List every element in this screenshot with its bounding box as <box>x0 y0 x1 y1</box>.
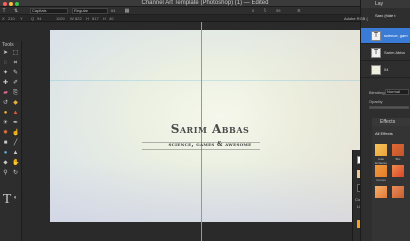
opacity-label: Opacity <box>369 99 383 104</box>
effect-thumbnail[interactable] <box>375 165 387 177</box>
font-style-select[interactable]: Regular <box>72 8 108 14</box>
effect-thumbnail[interactable] <box>392 165 404 177</box>
info-value: 1109 <box>56 16 65 21</box>
effect-thumbnail[interactable] <box>392 186 404 198</box>
layer-row[interactable]: T science, gam <box>361 28 410 44</box>
window-title: Channel Art Template (Photoshop) (1) — E… <box>141 0 269 6</box>
orientation-icon[interactable]: ⇅ <box>13 8 19 14</box>
info-y-label: Y <box>20 16 23 21</box>
blur-tool-icon[interactable]: ▲ <box>12 110 19 117</box>
info-w-label: W <box>70 16 74 21</box>
marquee-tool-icon[interactable]: ⬚ <box>12 50 19 57</box>
tools-panel: Tools ➤ ⬚ ◌ ⌗ ✦ ✎ ✚ ✐ ▰ ⎘ ↺ ◆ ● ▲ ☀ ✒ ✸ … <box>0 41 22 241</box>
layer-name: science, gam <box>384 33 408 38</box>
text-tool-icon[interactable]: T <box>2 193 12 207</box>
smudge-tool-icon[interactable]: ☝ <box>12 130 19 137</box>
info-q-value: 94 <box>37 16 42 21</box>
opacity-slider[interactable] <box>369 106 409 109</box>
hand-tool-icon[interactable]: ✋ <box>12 160 19 167</box>
info-q-label: Q <box>31 16 35 21</box>
layers-panel-title: Lay <box>361 0 410 8</box>
layer-header-text: Sarc (hide t <box>375 13 396 18</box>
effect-thumbnail[interactable] <box>375 186 387 198</box>
gradient-tool-icon[interactable]: ● <box>2 110 9 117</box>
lasso-tool-icon[interactable]: ◌ <box>2 60 9 67</box>
tools-title: Tools <box>2 42 14 48</box>
info-x-label: X <box>2 16 5 21</box>
text-layer-thumbnail: T <box>371 48 381 58</box>
headline-text-layer[interactable]: Sarim Abbas <box>110 122 310 136</box>
effects-panel: Effects All Effects Auto Enhance Bro Cur… <box>372 118 410 241</box>
info-w-value: 822 <box>75 16 82 21</box>
effect-label: Curves <box>376 178 386 182</box>
history-brush-tool-icon[interactable]: ↺ <box>2 100 9 107</box>
effect-thumbnail[interactable] <box>392 144 404 156</box>
line-tool-icon[interactable]: ╱ <box>12 140 19 147</box>
pen-tool-icon[interactable]: ✒ <box>12 120 19 127</box>
tracking-value[interactable]: 0 <box>252 8 254 14</box>
dodge-tool-icon[interactable]: ☀ <box>2 120 9 127</box>
layer-row[interactable]: 04 <box>361 62 410 78</box>
font-size-value[interactable]: 64 <box>111 8 115 14</box>
blending-mode-select[interactable]: Normal <box>385 89 409 95</box>
text-color-icon[interactable]: ▦ <box>124 8 130 14</box>
info-h-value: 817 <box>92 16 99 21</box>
leading-value[interactable]: 99 <box>276 8 280 14</box>
sponge-tool-icon[interactable]: ✸ <box>2 130 9 137</box>
magic-wand-tool-icon[interactable]: ✦ <box>2 70 9 77</box>
fill-tool-icon[interactable]: ◆ <box>12 100 19 107</box>
effects-panel-title: Effects <box>372 118 410 126</box>
font-family-select[interactable]: Capitals <box>30 8 68 14</box>
options-bar: T ⇅ Capitals Regular 64 ▦ 0 ⌇ 99 ≡ <box>0 7 410 15</box>
effects-section-label[interactable]: All Effects <box>375 131 393 136</box>
horizontal-guide[interactable] <box>50 80 360 81</box>
water-drop-tool-icon[interactable]: ● <box>2 150 9 157</box>
info-h2-label: H <box>103 16 106 21</box>
zoom-tool-icon[interactable]: ⚲ <box>2 170 9 177</box>
title-bar: Channel Art Template (Photoshop) (1) — E… <box>0 0 410 7</box>
foreground-background-icon[interactable]: ◐ <box>12 195 19 202</box>
blending-label: Blending <box>369 90 385 95</box>
type-tool-icon[interactable]: T <box>1 8 7 14</box>
eraser-tool-icon[interactable]: ▰ <box>2 90 9 97</box>
layer-name: 04 <box>384 67 389 72</box>
info-h-label: H <box>86 16 89 21</box>
move-tool-icon[interactable]: ➤ <box>2 50 9 57</box>
effect-label: Auto Enhance <box>375 157 387 165</box>
photoshop-window: Channel Art Template (Photoshop) (1) — E… <box>0 0 410 241</box>
shape-tool-icon[interactable]: ■ <box>2 140 9 147</box>
spot-heal-tool-icon[interactable]: ✚ <box>2 80 9 87</box>
effect-thumbnail[interactable] <box>375 144 387 156</box>
clone-tool-icon[interactable]: ⎘ <box>12 90 19 97</box>
path-tool-icon[interactable]: ⬥ <box>2 160 9 167</box>
layer-row[interactable]: T Sarim Abba <box>361 45 410 61</box>
info-x-value: 210 <box>8 16 15 21</box>
align-center-icon[interactable]: ≡ <box>296 8 302 14</box>
subline-text-layer[interactable]: science, games & awesome <box>110 141 310 148</box>
layer-name: Sarim Abba <box>384 50 405 55</box>
color-mode-label: Adobe RGB ( <box>344 16 368 21</box>
sharpen-tool-icon[interactable]: ▲ <box>12 150 19 157</box>
canvas-shadow <box>50 162 360 222</box>
warp-text-icon[interactable]: ⌇ <box>262 8 268 14</box>
image-layer-thumbnail <box>371 65 381 75</box>
crop-tool-icon[interactable]: ⌗ <box>12 60 19 67</box>
effect-label: Bro <box>395 157 401 161</box>
brush-tool-icon[interactable]: ✐ <box>12 80 19 87</box>
info-h2-value: 40 <box>109 16 114 21</box>
text-layer-thumbnail: T <box>371 31 381 41</box>
rotate-tool-icon[interactable]: ↻ <box>12 170 19 177</box>
eyedropper-tool-icon[interactable]: ✎ <box>12 70 19 77</box>
